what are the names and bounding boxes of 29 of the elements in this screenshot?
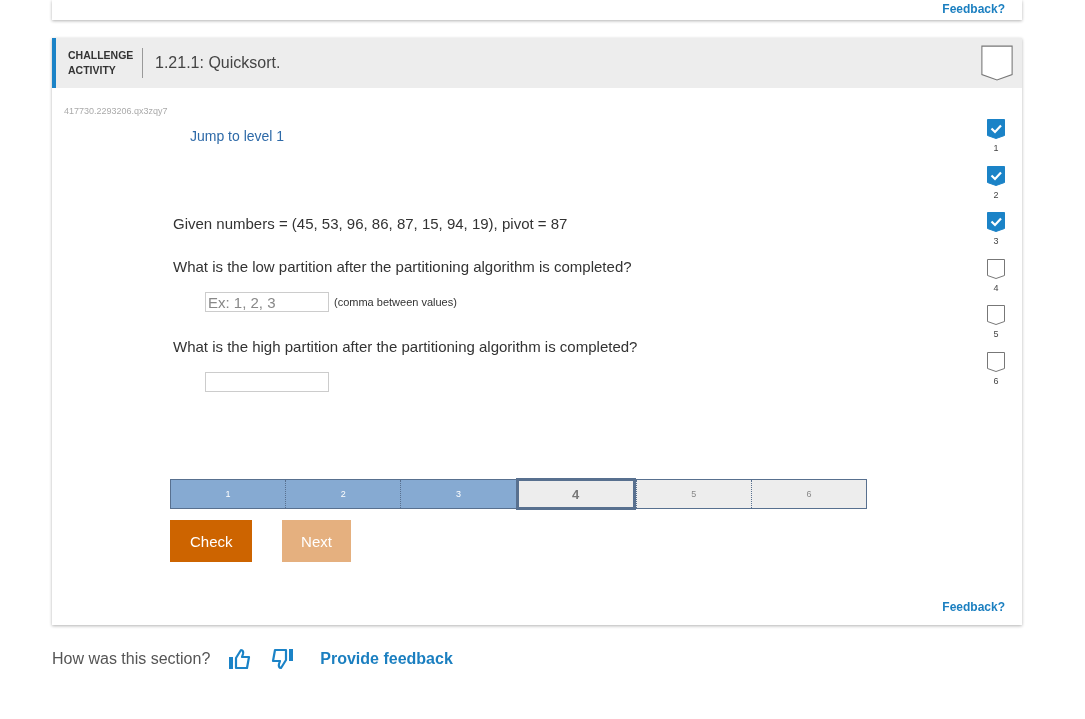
question-text: What is the low partition after the partitioning algorithm is completed?	[173, 258, 633, 275]
level-segment[interactable]: 4	[515, 478, 636, 510]
question-text: What is the high partition after the partitioning algorithm is completed?	[173, 338, 639, 355]
answer-field[interactable]: Ex: 1, 2, 3	[205, 292, 329, 312]
level-number: 1	[993, 143, 999, 153]
level-number: 3	[993, 236, 999, 246]
level-segment[interactable]: 6	[750, 480, 867, 508]
section-question: How was this section?	[52, 650, 211, 668]
feedback-link[interactable]: Feedback?	[942, 600, 1005, 614]
feedback-link[interactable]: Feedback?	[942, 3, 1005, 16]
thumbs-down-icon[interactable]	[270, 648, 295, 670]
jump-to-level-link[interactable]: Jump to level 1	[190, 128, 285, 144]
thumbs-up-icon[interactable]	[228, 648, 253, 670]
input-hint: (comma between values)	[334, 296, 457, 308]
activity-title: 1.21.1: Quicksort.	[155, 54, 282, 72]
check-button[interactable]: Check	[170, 520, 252, 562]
level-number: 6	[993, 375, 999, 386]
level-segment[interactable]: 2	[285, 480, 401, 508]
level-number: 2	[993, 189, 999, 200]
activity-type-label: CHALLENGE ACTIVITY	[56, 48, 143, 78]
level-number: 4	[993, 282, 999, 293]
answer-field[interactable]	[205, 372, 329, 392]
level-segment[interactable]: 3	[400, 480, 516, 508]
activity-code: 417730.2293206.qx3zqy7	[64, 106, 169, 116]
problem-statement: Given numbers = (45, 53, 96, 86, 87, 15, 94, 19), pivot = 87	[173, 215, 569, 232]
level-segment[interactable]: 5	[635, 480, 751, 508]
provide-feedback-link[interactable]: Provide feedback	[320, 650, 453, 668]
level-segment[interactable]: 1	[171, 480, 286, 508]
level-number: 5	[993, 329, 999, 339]
